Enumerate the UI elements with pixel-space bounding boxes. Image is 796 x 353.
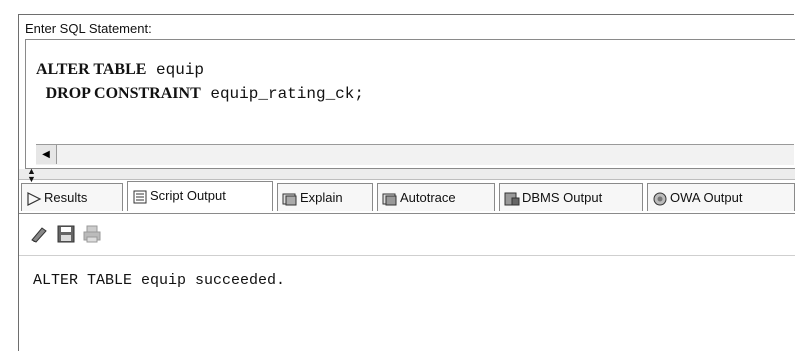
play-arrow-icon — [27, 191, 42, 206]
explain-icon — [282, 193, 297, 206]
sql-worksheet: Enter SQL Statement: ALTER TABLE equip D… — [18, 14, 795, 353]
sql-statement-label: Enter SQL Statement: — [25, 21, 152, 36]
eraser-icon[interactable] — [29, 225, 49, 243]
tab-explain[interactable]: Explain — [277, 183, 373, 211]
scroll-left-icon[interactable]: ◀ — [36, 145, 57, 164]
dbms-output-icon — [504, 192, 520, 206]
tab-dbms-output[interactable]: DBMS Output — [499, 183, 643, 211]
sql-code[interactable]: ALTER TABLE equip DROP CONSTRAINT equip_… — [36, 58, 364, 106]
tab-autotrace[interactable]: Autotrace — [377, 183, 495, 211]
sql-line1-rest: equip — [146, 61, 205, 79]
output-message: ALTER TABLE equip succeeded. — [33, 272, 286, 289]
tab-results[interactable]: Results — [21, 183, 123, 211]
autotrace-icon — [382, 193, 397, 206]
sql-line2-rest: equip_rating_ck; — [200, 85, 364, 103]
script-output-area[interactable]: ALTER TABLE equip succeeded. — [19, 255, 795, 353]
output-tabs: Results Script Output Explain Autotrace … — [19, 181, 795, 214]
tab-owa-output[interactable]: OWA Output — [647, 183, 795, 211]
keyword-alter-table: ALTER TABLE — [36, 61, 147, 78]
print-icon[interactable] — [83, 225, 101, 243]
script-output-icon — [133, 190, 147, 204]
owa-output-icon — [653, 192, 667, 206]
horizontal-scrollbar[interactable]: ◀ — [36, 144, 794, 165]
pane-splitter[interactable]: ▲ ▼ — [19, 167, 795, 184]
sql-editor[interactable]: ALTER TABLE equip DROP CONSTRAINT equip_… — [25, 39, 795, 169]
keyword-drop-constraint: DROP CONSTRAINT — [45, 85, 201, 102]
tab-script-output[interactable]: Script Output — [127, 181, 273, 211]
output-toolbar — [19, 215, 795, 251]
save-icon[interactable] — [57, 225, 75, 243]
